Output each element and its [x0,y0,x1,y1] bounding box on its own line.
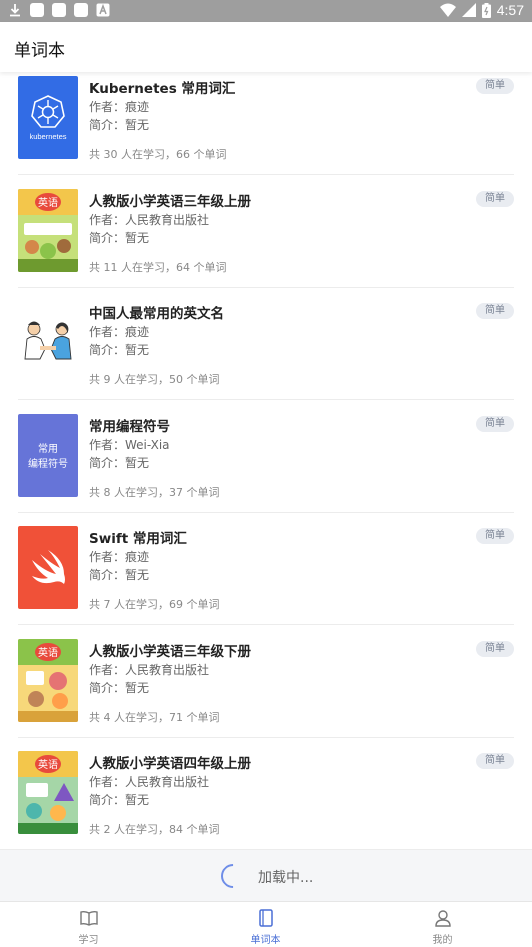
tab-label: 学习 [78,935,99,946]
list-item[interactable]: 英语 人教版小学英语三年级上册 作者：人民教育出版社 简介：暂无 共 11 人在… [0,185,532,298]
book-author: 作者：人民教育出版社 [89,775,210,789]
difficulty-badge: 简单 [476,303,514,319]
list-item[interactable]: 英语 人教版小学英语四年级上册 作者：人民教育出版社 简介：暂无 共 2 人在学… [0,747,532,849]
book-author: 作者：人民教育出版社 [89,212,210,227]
tab-label: 我的 [432,935,453,946]
textbook-cover-icon: 英语 [18,638,78,722]
wifi-icon [439,3,456,17]
difficulty-badge: 简单 [476,415,514,432]
svg-text:英语: 英语 [38,646,58,659]
book-open-icon [79,910,98,926]
svg-text:英语: 英语 [38,758,58,771]
divider [18,174,514,175]
bottom-tab-bar: 学习 单词本 我的 [0,901,532,946]
list-item[interactable]: 中国人最常用的英文名 作者：痕迹 简介：暂无 共 9 人在学习，50 个单词 简… [0,297,532,410]
book-cover [18,301,78,384]
book-intro: 简介：暂无 [89,793,150,807]
book-stats: 共 30 人在学习，66 个单词 [89,148,227,161]
book-author: 作者：痕迹 [89,550,150,564]
difficulty-badge: 简单 [476,640,514,657]
textbook-cover-icon: 英语 [18,188,78,272]
book-cover: 常用 编程符号 [18,413,78,497]
svg-text:kubernetes: kubernetes [29,132,66,141]
notification-icon [30,3,44,17]
notebook-icon [258,909,273,927]
book-stats: 共 7 人在学习，69 个单词 [89,598,220,611]
tab-profile[interactable]: 我的 [354,902,531,947]
book-stats: 共 4 人在学习，71 个单词 [89,710,220,724]
user-icon [434,910,451,927]
list-item[interactable]: 英语 人教版小学英语三年级下册 作者：人民教育出版社 简介：暂无 共 4 人在学… [0,635,532,748]
list-item[interactable]: kubernetes Kubernetes 常用词汇 作者：痕迹 简介：暂无 共… [0,72,532,185]
kubernetes-logo-icon: kubernetes [29,95,67,141]
list-item[interactable]: Swift 常用词汇 作者：痕迹 简介：暂无 共 7 人在学习，69 个单词 简… [0,522,532,635]
tab-label: 单词本 [250,935,281,946]
book-title[interactable]: Swift 常用词汇 [89,527,187,547]
divider [18,736,514,738]
book-title[interactable]: 人教版小学英语三年级下册 [89,640,251,660]
difficulty-badge: 简单 [476,753,514,769]
book-stats: 共 2 人在学习，84 个单词 [89,823,220,836]
font-a-icon [96,3,110,17]
loading-text: 加载中... [258,870,314,886]
page-title: 单词本 [14,41,65,61]
book-title[interactable]: 常用编程符号 [89,415,170,435]
wordbook-list[interactable]: kubernetes Kubernetes 常用词汇 作者：痕迹 简介：暂无 共… [0,72,532,849]
app-bar: 单词本 [0,22,532,72]
divider [18,624,514,625]
book-stats: 共 11 人在学习，64 个单词 [89,260,227,274]
book-intro: 简介：暂无 [89,118,150,132]
book-intro: 简介：暂无 [89,230,150,245]
book-cover [18,526,78,609]
handshake-icon [24,321,72,360]
svg-text:英语: 英语 [38,196,58,209]
book-intro: 简介：暂无 [89,455,150,470]
book-title[interactable]: 人教版小学英语三年级上册 [89,190,251,210]
divider [18,286,514,288]
cover-label: 常用 编程符号 [28,443,68,470]
tab-study[interactable]: 学习 [0,902,177,947]
notification-icon [52,3,66,17]
book-intro: 简介：暂无 [89,680,150,695]
tab-wordbook[interactable]: 单词本 [177,902,354,947]
divider [18,511,514,513]
book-author: 作者：痕迹 [89,100,150,114]
loading-indicator: 加载中... [0,849,532,901]
signal-icon [461,3,476,17]
book-intro: 简介：暂无 [89,568,150,582]
battery-icon [481,2,491,18]
book-cover: 英语 [18,638,78,722]
difficulty-badge: 简单 [476,528,514,544]
book-stats: 共 8 人在学习，37 个单词 [89,485,220,499]
book-author: 作者：痕迹 [89,325,150,339]
book-cover: kubernetes [18,76,78,159]
spinner-icon [216,859,250,893]
textbook-cover-icon: 英语 [18,751,78,834]
book-author: 作者：Wei-Xia [89,437,170,452]
book-cover: 英语 [18,751,78,834]
book-title[interactable]: 人教版小学英语四年级上册 [89,752,251,772]
status-time: 4:57 [496,2,524,18]
book-title[interactable]: Kubernetes 常用词汇 [89,77,235,97]
swift-logo-icon [32,550,65,584]
status-bar: 4:57 [0,0,532,22]
notification-icon [74,3,88,17]
book-cover: 英语 [18,188,78,272]
download-icon [10,4,20,17]
book-stats: 共 9 人在学习，50 个单词 [89,373,220,386]
list-item[interactable]: 常用 编程符号 常用编程符号 作者：Wei-Xia 简介：暂无 共 8 人在学习… [0,410,532,523]
difficulty-badge: 简单 [476,78,514,94]
book-title[interactable]: 中国人最常用的英文名 [89,302,224,322]
difficulty-badge: 简单 [476,190,514,207]
divider [18,399,514,400]
book-intro: 简介：暂无 [89,343,150,357]
book-author: 作者：人民教育出版社 [89,662,210,677]
